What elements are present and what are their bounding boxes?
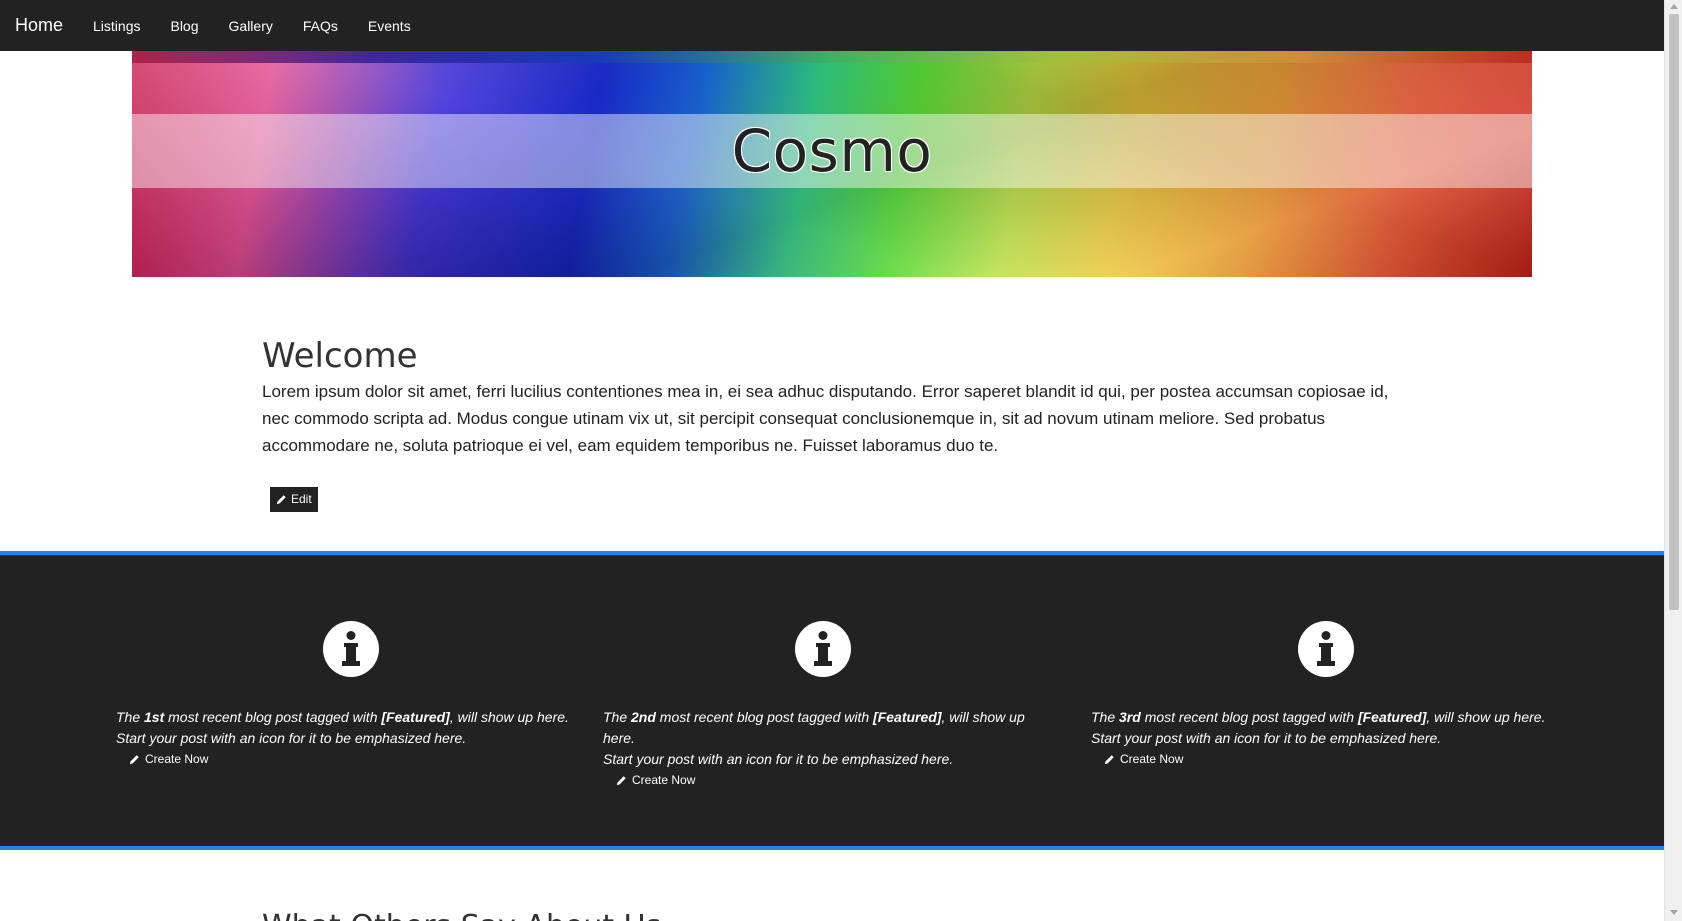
nav-listings-link[interactable]: Listings: [93, 18, 140, 34]
site-title: Cosmo: [731, 117, 933, 185]
featured-tag: [Featured]: [1357, 709, 1427, 725]
featured-post-text: The 1st most recent blog post tagged wit…: [116, 707, 586, 749]
info-icon: [323, 621, 379, 677]
create-now-link[interactable]: Create Now: [616, 773, 1043, 787]
pencil-icon: [276, 495, 286, 505]
featured-post-3: The 3rd most recent blog post tagged wit…: [1091, 621, 1561, 766]
nav-home-link[interactable]: Home: [15, 15, 63, 36]
featured-post-1: The 1st most recent blog post tagged wit…: [116, 621, 586, 766]
text-line2: Start your post with an icon for it to b…: [603, 751, 954, 767]
create-now-label: Create Now: [1120, 752, 1184, 766]
testimonials-heading: What Others Say About Us: [262, 907, 661, 921]
scroll-up-arrow-icon[interactable]: [1670, 4, 1678, 9]
vertical-scrollbar[interactable]: [1664, 0, 1682, 921]
text-middle: most recent blog post tagged with: [1140, 709, 1358, 725]
featured-tag: [Featured]: [381, 709, 450, 725]
text-prefix: The: [1091, 709, 1120, 725]
edit-button-label: Edit: [291, 492, 312, 506]
edit-button[interactable]: Edit: [270, 487, 318, 512]
featured-post-2: The 2nd most recent blog post tagged wit…: [603, 621, 1043, 787]
scroll-down-arrow-icon[interactable]: [1670, 910, 1678, 915]
welcome-heading: Welcome: [262, 336, 418, 376]
create-now-label: Create Now: [145, 752, 209, 766]
text-prefix: The: [116, 709, 145, 725]
welcome-body: Lorem ipsum dolor sit amet, ferri lucili…: [262, 382, 1389, 455]
text-line2: Start your post with an icon for it to b…: [1091, 730, 1442, 746]
featured-tag: [Featured]: [873, 709, 942, 725]
text-suffix: , will show up here.: [449, 709, 569, 725]
text-prefix: The: [603, 709, 632, 725]
nav-gallery-link[interactable]: Gallery: [229, 18, 273, 34]
create-now-link[interactable]: Create Now: [1104, 752, 1561, 766]
pencil-icon: [1104, 754, 1114, 764]
text-suffix: , will show up here.: [1426, 709, 1546, 725]
pencil-icon: [129, 754, 139, 764]
hero-banner: Cosmo: [132, 51, 1532, 277]
featured-post-text: The 3rd most recent blog post tagged wit…: [1091, 707, 1561, 749]
top-navbar: Home Listings Blog Gallery FAQs Events: [0, 0, 1664, 51]
featured-post-text: The 2nd most recent blog post tagged wit…: [603, 707, 1043, 770]
nav-faqs-link[interactable]: FAQs: [303, 18, 338, 34]
create-now-label: Create Now: [632, 773, 696, 787]
ordinal: 3rd: [1119, 709, 1141, 725]
text-middle: most recent blog post tagged with: [655, 709, 874, 725]
ordinal: 1st: [144, 709, 165, 725]
nav-blog-link[interactable]: Blog: [170, 18, 198, 34]
pencil-icon: [616, 775, 626, 785]
info-icon: [1298, 621, 1354, 677]
featured-posts-section: The 1st most recent blog post tagged wit…: [0, 551, 1664, 850]
nav-events-link[interactable]: Events: [368, 18, 411, 34]
text-line2: Start your post with an icon for it to b…: [116, 730, 467, 746]
text-middle: most recent blog post tagged with: [164, 709, 382, 725]
info-icon: [795, 621, 851, 677]
ordinal: 2nd: [631, 709, 656, 725]
scrollbar-thumb[interactable]: [1669, 14, 1679, 610]
welcome-section: Welcome Lorem ipsum dolor sit amet, ferr…: [262, 334, 1392, 459]
create-now-link[interactable]: Create Now: [129, 752, 586, 766]
